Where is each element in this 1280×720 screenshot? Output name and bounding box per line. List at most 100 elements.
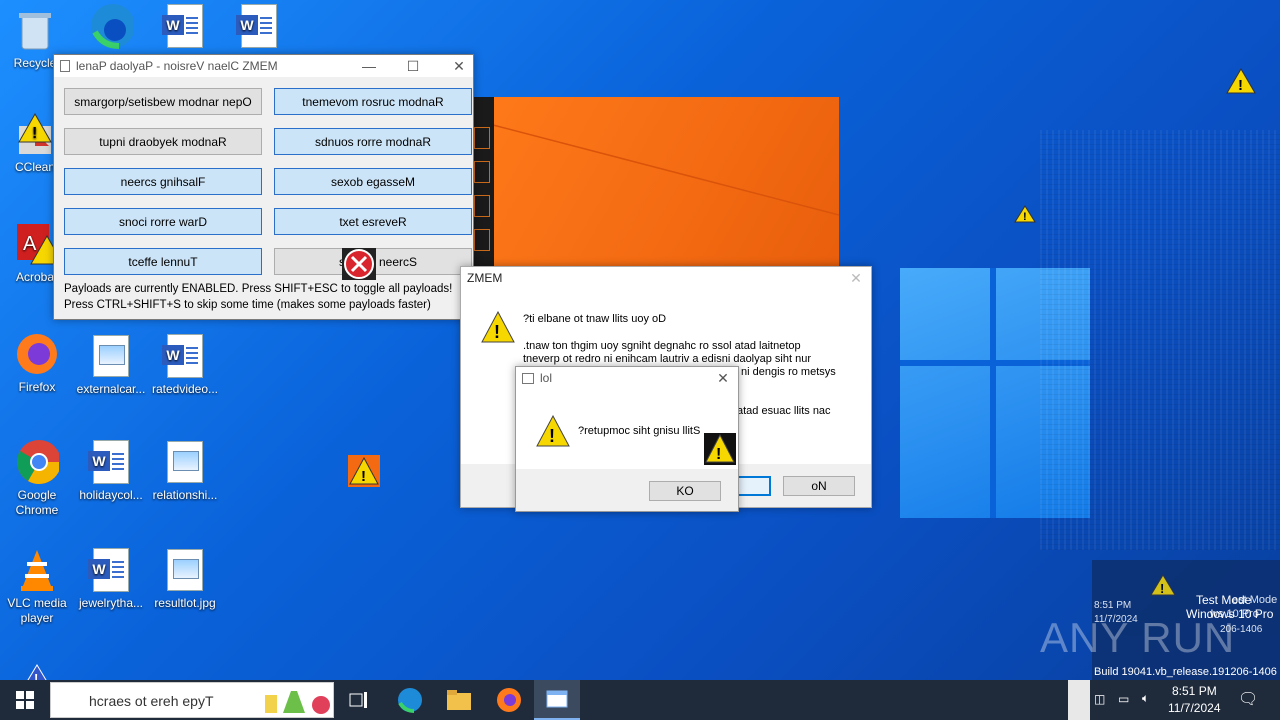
maximize-button[interactable]: ☐ (398, 55, 428, 77)
warning-icon: ! (1150, 574, 1176, 596)
svg-text:A: A (23, 233, 37, 255)
close-button[interactable]: ✕ (444, 55, 474, 77)
folder-icon (447, 690, 471, 710)
svg-text:!: ! (494, 322, 500, 342)
panel-title: lenaP daolyaP - noisreV naelC ZMEM (76, 59, 278, 73)
word-doc-icon[interactable]: W jewelrytha... (76, 548, 146, 611)
lol-message: ?retupmoc siht gnisu llitS (578, 425, 701, 437)
payload-button-keyboard[interactable]: tupni draobyek modnaR (64, 128, 262, 155)
vlc-icon-image (15, 548, 59, 592)
taskbar-edge[interactable] (387, 680, 433, 720)
edge-icon[interactable] (76, 4, 146, 52)
edge-icon-image (89, 4, 133, 49)
image-file-icon[interactable]: relationshi... (150, 440, 220, 503)
lol-title: lol (540, 371, 553, 385)
payload-button-reverse-text[interactable]: txet esreveR (274, 208, 472, 235)
tray-people-icon[interactable]: ◫ (1094, 692, 1105, 706)
network-icon[interactable]: ▭ (1118, 692, 1129, 706)
payload-button-cursor[interactable]: tnemevom rosruc modnaR (274, 88, 472, 115)
warning-icon: ! (536, 415, 570, 447)
firefox-icon-image (15, 332, 59, 376)
search-box[interactable]: hcraes ot ereh epyT (50, 682, 334, 718)
clock-time[interactable]: 8:51 PM (1172, 684, 1217, 698)
tray-area-glitch (1068, 680, 1090, 720)
ok-button[interactable]: KO (649, 481, 721, 501)
recycle-bin-icon-image (13, 8, 57, 52)
payload-button-flashing[interactable]: neercs gnihsalF (64, 168, 262, 195)
app-icon (522, 372, 534, 384)
volume-icon[interactable]: 🔈︎ (1142, 691, 1149, 706)
image-file-icon[interactable]: externalcar... (76, 334, 146, 397)
svg-text:!: ! (34, 671, 38, 680)
edge-icon (398, 688, 422, 713)
warning-icon: ! (481, 311, 515, 343)
taskbar-firefox[interactable] (486, 680, 532, 720)
glitch-time: 8:51 PM (1094, 600, 1132, 611)
close-button[interactable]: ✕ (708, 367, 738, 389)
image-file-icon[interactable]: resultlot.jpg (150, 548, 220, 611)
start-button[interactable] (2, 680, 48, 720)
dialog-line-2: .tnaw ton thgim uoy sgniht degnahc ro ss… (523, 340, 801, 352)
screen-btn-right: neercS (379, 255, 418, 269)
clock-date[interactable]: 11/7/2024 (1168, 701, 1221, 715)
svg-text:!: ! (32, 125, 37, 142)
orange-glitch-panel (473, 97, 839, 272)
panel-titlebar[interactable]: lenaP daolyaP - noisreV naelC ZMEM — ☐ ✕ (54, 55, 473, 77)
word-doc-icon[interactable]: W holidaycol... (76, 440, 146, 503)
vlc-icon[interactable]: VLC media player (2, 548, 72, 626)
task-view-button[interactable] (336, 680, 382, 720)
dialog-title: ZMEM (467, 271, 503, 285)
close-button[interactable]: ✕ (841, 267, 871, 289)
icon-label: ratedvideo... (151, 382, 219, 396)
payload-button-tunnel[interactable]: tceffe lennuT (64, 248, 262, 275)
watermark-anyrun: ANY RUN (1040, 614, 1236, 661)
search-placeholder: hcraes ot ereh epyT (89, 693, 214, 709)
lol-titlebar[interactable]: lol ✕ (516, 367, 738, 389)
icon-label: VLC media player (7, 596, 67, 625)
pixel-noise-area (1040, 130, 1280, 550)
notification-icon[interactable]: 🗨︎ (1238, 689, 1258, 709)
taskbar-memz-app[interactable] (534, 680, 580, 720)
watermark-build: Build 19041.vb_release.191206-1406 (1094, 666, 1277, 678)
icon-label: holidaycol... (79, 488, 143, 502)
status-line-2: Press CTRL+SHIFT+S to skip some time (ma… (64, 299, 431, 311)
error-icon (342, 248, 376, 280)
word-doc-icon[interactable]: W ratedvideo... (150, 334, 220, 397)
word-doc-icon[interactable]: W (150, 4, 220, 52)
firefox-icon (497, 688, 521, 712)
minimize-button[interactable]: — (354, 55, 384, 77)
app-icon (60, 60, 70, 72)
windows-logo-gap-v (990, 268, 996, 518)
payload-button-draw-error-icons[interactable]: snoci rorre warD (64, 208, 262, 235)
word-doc-icon[interactable]: W (224, 4, 294, 52)
payload-button-error-sounds[interactable]: sdnuos rorre modnaR (274, 128, 472, 155)
warning-icon: ! (348, 455, 380, 487)
firefox-icon[interactable]: Firefox (2, 332, 72, 395)
task-view-icon (349, 692, 367, 708)
svg-text:!: ! (1160, 581, 1164, 596)
warning-icon: ! (1226, 68, 1256, 94)
chrome-icon-image (15, 440, 59, 484)
taskbar: hcraes ot ereh epyT ◫ ▭ 🔈︎ 8:51 PM 11/7/… (0, 680, 1280, 720)
science-icon (265, 691, 330, 714)
payload-button-open-random[interactable]: smargorp/setisbew modnar nepO (64, 88, 262, 115)
dialog-line-1: ?ti elbane ot tnaw llits uoy oD (523, 313, 667, 325)
dialog-line-4: ni dengis ro metsys (741, 366, 836, 378)
lol-dialog[interactable]: lol ✕ ! ?retupmoc siht gnisu llitS ! KO (515, 366, 739, 512)
icon-label: externalcar... (76, 382, 146, 396)
dialog-line-3: tneverp ot redro ni enihcam lautriv a ed… (523, 353, 811, 365)
taskbar-file-explorer[interactable] (436, 680, 482, 720)
chrome-icon[interactable]: Google Chrome (2, 440, 72, 518)
dialog-titlebar[interactable]: ZMEM ✕ (461, 267, 871, 289)
windows-icon (16, 691, 34, 709)
watermark-edition: Windows 10 Pro (1186, 607, 1274, 621)
desktop: Recycle W W ! CClean A Acroba Firefox ex… (0, 0, 1280, 680)
acrobat-icon-image: A (13, 222, 57, 266)
icon-label: jewelrytha... (78, 596, 144, 610)
watermark-test-mode: Test Mode (1196, 593, 1252, 607)
svg-text:!: ! (1238, 77, 1243, 94)
svg-text:!: ! (716, 446, 721, 463)
payload-button-message-boxes[interactable]: sexob egasseM (274, 168, 472, 195)
no-button[interactable]: oN (783, 476, 855, 496)
memz-payload-panel[interactable]: lenaP daolyaP - noisreV naelC ZMEM — ☐ ✕… (53, 54, 474, 320)
